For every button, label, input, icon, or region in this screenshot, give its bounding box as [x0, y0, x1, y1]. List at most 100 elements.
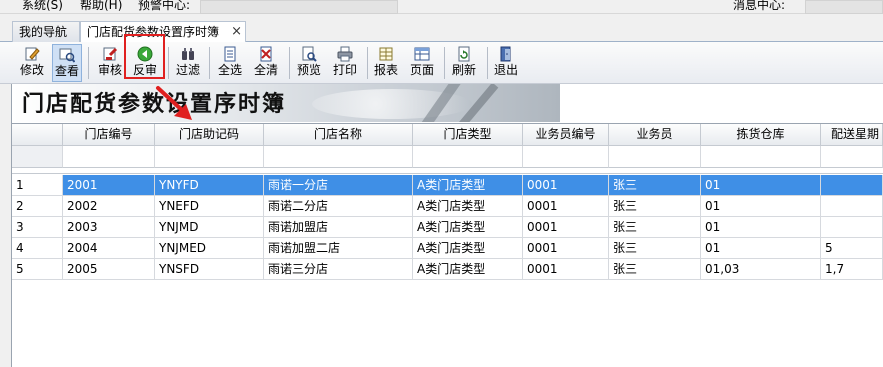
filter-cell[interactable]	[155, 146, 264, 168]
cell-pick-warehouse[interactable]: 01	[701, 175, 821, 196]
clear-all-icon	[260, 46, 272, 62]
table-row[interactable]: 2 2002 YNEFD 雨诺二分店 A类门店类型 0001 张三 01	[12, 196, 883, 217]
cell-salesman[interactable]: 张三	[609, 196, 701, 217]
cell-store-mnemonic[interactable]: YNSFD	[155, 259, 264, 280]
cell-store-code[interactable]: 2001	[63, 175, 155, 196]
column-header-pick-warehouse[interactable]: 拣货仓库	[701, 124, 821, 146]
cell-store-type[interactable]: A类门店类型	[413, 238, 523, 259]
report-label: 报表	[373, 63, 398, 77]
cell-store-name[interactable]: 雨诺加盟店	[264, 217, 413, 238]
left-frame	[0, 84, 12, 367]
cell-store-code[interactable]: 2005	[63, 259, 155, 280]
select-all-label: 全选	[217, 63, 242, 77]
cell-delivery-weekday[interactable]: 5	[821, 238, 883, 259]
table-row[interactable]: 4 2004 YNJMED 雨诺加盟二店 A类门店类型 0001 张三 01 5	[12, 238, 883, 259]
row-number: 1	[12, 175, 63, 196]
toolbar-separator	[289, 47, 290, 79]
cell-store-name[interactable]: 雨诺一分店	[264, 175, 413, 196]
cell-pick-warehouse[interactable]: 01	[701, 217, 821, 238]
cell-store-mnemonic[interactable]: YNEFD	[155, 196, 264, 217]
cell-store-mnemonic[interactable]: YNYFD	[155, 175, 264, 196]
column-header-salesman[interactable]: 业务员	[609, 124, 701, 146]
row-number: 4	[12, 238, 63, 259]
menu-system[interactable]: 系统(S)	[22, 0, 63, 13]
table-row[interactable]: 3 2003 YNJMD 雨诺加盟店 A类门店类型 0001 张三 01	[12, 217, 883, 238]
cell-pick-warehouse[interactable]: 01	[701, 196, 821, 217]
message-center-field	[805, 0, 883, 14]
column-header-salesman-code[interactable]: 业务员编号	[523, 124, 609, 146]
alert-center-field	[200, 0, 398, 14]
close-icon[interactable]: ×	[231, 22, 242, 42]
table-row[interactable]: 5 2005 YNSFD 雨诺三分店 A类门店类型 0001 张三 01,03 …	[12, 259, 883, 280]
cell-store-code[interactable]: 2002	[63, 196, 155, 217]
exit-label: 退出	[493, 63, 518, 77]
cell-salesman-code[interactable]: 0001	[523, 196, 609, 217]
exit-button[interactable]: 退出	[491, 44, 521, 82]
edit-button[interactable]: 修改	[17, 44, 47, 82]
cell-store-name[interactable]: 雨诺加盟二店	[264, 238, 413, 259]
view-label: 查看	[54, 64, 79, 78]
tab-my-navigation[interactable]: 我的导航	[12, 21, 80, 42]
cell-store-type[interactable]: A类门店类型	[413, 259, 523, 280]
filter-cell[interactable]	[413, 146, 523, 168]
grid-spacer	[12, 168, 883, 174]
toolbar-separator	[444, 47, 445, 79]
toolbar-separator	[168, 47, 169, 79]
cell-store-mnemonic[interactable]: YNJMED	[155, 238, 264, 259]
column-header-store-type[interactable]: 门店类型	[413, 124, 523, 146]
cell-delivery-weekday[interactable]	[821, 175, 883, 196]
menu-help[interactable]: 帮助(H)	[80, 0, 122, 13]
cell-salesman-code[interactable]: 0001	[523, 238, 609, 259]
audit-icon	[103, 47, 118, 61]
cell-salesman[interactable]: 张三	[609, 175, 701, 196]
print-button[interactable]: 打印	[330, 44, 360, 82]
cell-store-name[interactable]: 雨诺二分店	[264, 196, 413, 217]
cell-pick-warehouse[interactable]: 01	[701, 238, 821, 259]
cell-salesman[interactable]: 张三	[609, 238, 701, 259]
cell-store-type[interactable]: A类门店类型	[413, 217, 523, 238]
cell-salesman-code[interactable]: 0001	[523, 259, 609, 280]
column-header-store-name[interactable]: 门店名称	[264, 124, 413, 146]
cell-pick-warehouse[interactable]: 01,03	[701, 259, 821, 280]
page-button[interactable]: 页面	[407, 44, 437, 82]
filter-row-number	[12, 146, 63, 168]
filter-cell[interactable]	[609, 146, 701, 168]
preview-button[interactable]: 预览	[294, 44, 324, 82]
cell-store-code[interactable]: 2003	[63, 217, 155, 238]
cell-store-type[interactable]: A类门店类型	[413, 196, 523, 217]
cell-salesman[interactable]: 张三	[609, 259, 701, 280]
refresh-button[interactable]: 刷新	[449, 44, 479, 82]
column-header-store-code[interactable]: 门店编号	[63, 124, 155, 146]
toolbar-separator	[487, 47, 488, 79]
filter-cell[interactable]	[821, 146, 883, 168]
filter-button[interactable]: 过滤	[173, 44, 203, 82]
table-row[interactable]: 1 2001 YNYFD 雨诺一分店 A类门店类型 0001 张三 01	[12, 175, 883, 196]
row-number: 2	[12, 196, 63, 217]
column-header-delivery-weekday[interactable]: 配送星期	[821, 124, 883, 146]
cell-store-name[interactable]: 雨诺三分店	[264, 259, 413, 280]
clear-all-button[interactable]: 全清	[251, 44, 281, 82]
filter-cell[interactable]	[701, 146, 821, 168]
cell-delivery-weekday[interactable]	[821, 196, 883, 217]
print-label: 打印	[332, 63, 357, 77]
cell-store-type[interactable]: A类门店类型	[413, 175, 523, 196]
cell-store-mnemonic[interactable]: YNJMD	[155, 217, 264, 238]
cell-delivery-weekday[interactable]	[821, 217, 883, 238]
cell-salesman[interactable]: 张三	[609, 217, 701, 238]
filter-cell[interactable]	[523, 146, 609, 168]
cell-delivery-weekday[interactable]: 1,7	[821, 259, 883, 280]
refresh-label: 刷新	[451, 63, 476, 77]
audit-button[interactable]: 审核	[95, 44, 125, 82]
filter-cell[interactable]	[63, 146, 155, 168]
filter-cell[interactable]	[264, 146, 413, 168]
preview-label: 预览	[296, 63, 321, 77]
cell-salesman-code[interactable]: 0001	[523, 217, 609, 238]
filter-label: 过滤	[175, 63, 200, 77]
view-button[interactable]: 查看	[52, 44, 82, 82]
print-icon	[337, 46, 353, 62]
refresh-icon	[458, 46, 470, 62]
cell-store-code[interactable]: 2004	[63, 238, 155, 259]
report-button[interactable]: 报表	[371, 44, 401, 82]
select-all-button[interactable]: 全选	[215, 44, 245, 82]
cell-salesman-code[interactable]: 0001	[523, 175, 609, 196]
